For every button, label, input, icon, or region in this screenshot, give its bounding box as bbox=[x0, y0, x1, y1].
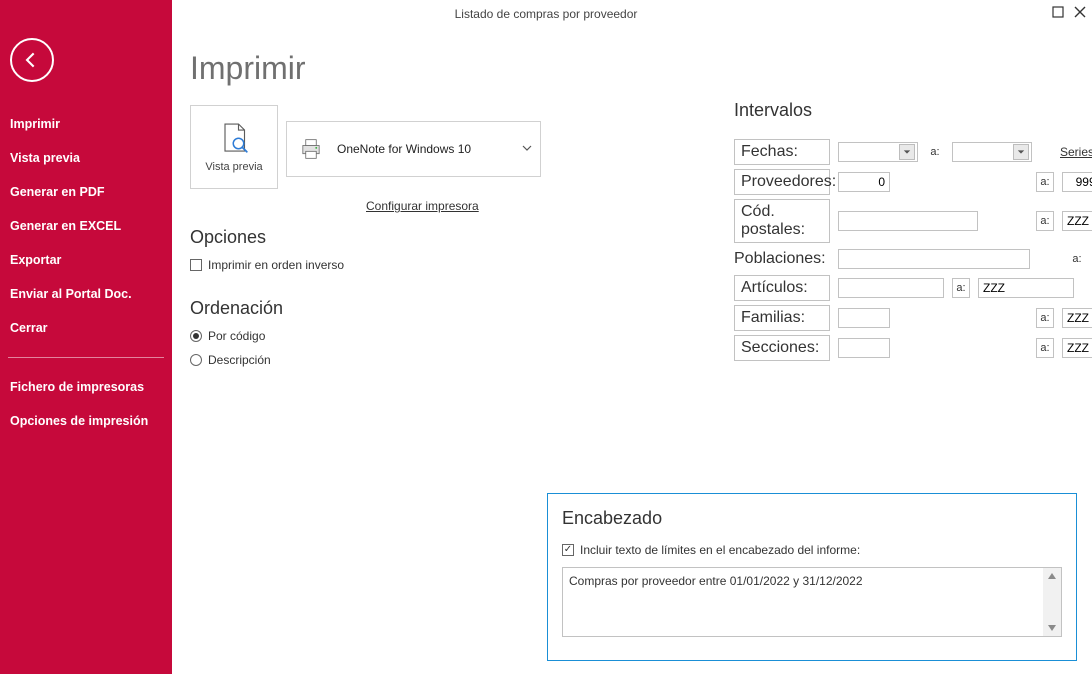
sidebar-item-label: Generar en EXCEL bbox=[10, 219, 121, 233]
back-button[interactable] bbox=[10, 38, 54, 82]
radio-label: Por código bbox=[208, 329, 265, 343]
sidebar-item-generar-excel[interactable]: Generar en EXCEL bbox=[0, 209, 172, 243]
a-label: a: bbox=[926, 142, 944, 162]
vista-previa-label: Vista previa bbox=[205, 161, 262, 173]
configurar-impresora-link[interactable]: Configurar impresora bbox=[366, 199, 479, 213]
codpostales-label: Cód. postales: bbox=[734, 199, 830, 243]
secciones-label: Secciones: bbox=[734, 335, 830, 361]
sidebar-item-imprimir[interactable]: Imprimir bbox=[0, 107, 172, 141]
sidebar-item-label: Exportar bbox=[10, 253, 61, 267]
sidebar-item-exportar[interactable]: Exportar bbox=[0, 243, 172, 277]
intervalos-panel: Intervalos Fechas: a: Series a imprimir:… bbox=[734, 100, 1092, 365]
ordenacion-heading: Ordenación bbox=[190, 298, 550, 319]
articulos-from-input[interactable] bbox=[838, 278, 944, 298]
window-title: Listado de compras por proveedor bbox=[455, 7, 638, 21]
sidebar-item-label: Opciones de impresión bbox=[10, 414, 148, 428]
familias-label: Familias: bbox=[734, 305, 830, 331]
proveedores-to-input[interactable] bbox=[1062, 172, 1092, 192]
fechas-label: Fechas: bbox=[734, 139, 830, 165]
secciones-from-input[interactable] bbox=[838, 338, 890, 358]
a-label: a: bbox=[952, 278, 970, 298]
vista-previa-button[interactable]: Vista previa bbox=[190, 105, 278, 189]
chevron-down-icon bbox=[1013, 144, 1029, 160]
articulos-label: Artículos: bbox=[734, 275, 830, 301]
a-label: a: bbox=[1036, 172, 1054, 192]
poblaciones-from-input[interactable] bbox=[838, 249, 1030, 269]
page-title: Imprimir bbox=[190, 50, 550, 87]
close-icon[interactable] bbox=[1072, 4, 1088, 20]
sidebar-item-label: Imprimir bbox=[10, 117, 60, 131]
a-label: a: bbox=[1036, 308, 1054, 328]
scroll-up-icon[interactable] bbox=[1044, 568, 1060, 584]
printer-icon bbox=[297, 135, 325, 163]
encabezado-panel: Encabezado Incluir texto de límites en e… bbox=[547, 493, 1077, 661]
reverse-order-label: Imprimir en orden inverso bbox=[208, 258, 344, 272]
sidebar: Imprimir Vista previa Generar en PDF Gen… bbox=[0, 0, 172, 674]
familias-to-input[interactable] bbox=[1062, 308, 1092, 328]
printer-name: OneNote for Windows 10 bbox=[337, 142, 471, 156]
sidebar-item-generar-pdf[interactable]: Generar en PDF bbox=[0, 175, 172, 209]
sidebar-item-label: Enviar al Portal Doc. bbox=[10, 287, 132, 301]
encabezado-heading: Encabezado bbox=[562, 508, 1062, 529]
proveedores-from-input[interactable] bbox=[838, 172, 890, 192]
a-label: a: bbox=[1036, 338, 1054, 358]
scroll-down-icon[interactable] bbox=[1044, 620, 1060, 636]
radio-label: Descripción bbox=[208, 353, 271, 367]
radio-por-codigo[interactable]: Por código bbox=[190, 329, 550, 343]
sidebar-item-opciones-impresion[interactable]: Opciones de impresión bbox=[0, 404, 172, 438]
document-preview-icon bbox=[216, 121, 252, 157]
chevron-down-icon bbox=[522, 140, 532, 158]
encabezado-textarea[interactable] bbox=[563, 568, 1043, 636]
chevron-down-icon bbox=[899, 144, 915, 160]
maximize-icon[interactable] bbox=[1050, 4, 1066, 20]
radio-icon bbox=[190, 354, 202, 366]
sidebar-item-label: Cerrar bbox=[10, 321, 48, 335]
scrollbar[interactable] bbox=[1043, 568, 1061, 636]
sidebar-item-vista-previa[interactable]: Vista previa bbox=[0, 141, 172, 175]
sidebar-item-fichero-impresoras[interactable]: Fichero de impresoras bbox=[0, 370, 172, 404]
printer-select[interactable]: OneNote for Windows 10 bbox=[286, 121, 541, 177]
sidebar-item-label: Generar en PDF bbox=[10, 185, 104, 199]
sidebar-item-label: Fichero de impresoras bbox=[10, 380, 144, 394]
secciones-to-input[interactable] bbox=[1062, 338, 1092, 358]
poblaciones-label: Poblaciones: bbox=[734, 247, 830, 271]
intervalos-heading: Intervalos bbox=[734, 100, 1092, 121]
proveedores-label: Proveedores: bbox=[734, 169, 830, 195]
include-limits-label: Incluir texto de límites en el encabezad… bbox=[580, 543, 860, 557]
codpostales-to-input[interactable] bbox=[1062, 211, 1092, 231]
fechas-to-combo[interactable] bbox=[952, 142, 1032, 162]
codpostales-from-input[interactable] bbox=[838, 211, 978, 231]
series-imprimir-link[interactable]: Series a imprimir: bbox=[1060, 145, 1092, 159]
sidebar-separator bbox=[8, 357, 164, 358]
a-label: a: bbox=[1036, 211, 1054, 231]
radio-icon bbox=[190, 330, 202, 342]
sidebar-item-cerrar[interactable]: Cerrar bbox=[0, 311, 172, 345]
familias-from-input[interactable] bbox=[838, 308, 890, 328]
a-label: a: bbox=[1068, 249, 1086, 269]
reverse-order-checkbox[interactable] bbox=[190, 259, 202, 271]
radio-descripcion[interactable]: Descripción bbox=[190, 353, 550, 367]
articulos-to-input[interactable] bbox=[978, 278, 1074, 298]
include-limits-checkbox[interactable] bbox=[562, 544, 574, 556]
sidebar-item-enviar-portal[interactable]: Enviar al Portal Doc. bbox=[0, 277, 172, 311]
sidebar-item-label: Vista previa bbox=[10, 151, 80, 165]
fechas-from-combo[interactable] bbox=[838, 142, 918, 162]
opciones-heading: Opciones bbox=[190, 227, 550, 248]
